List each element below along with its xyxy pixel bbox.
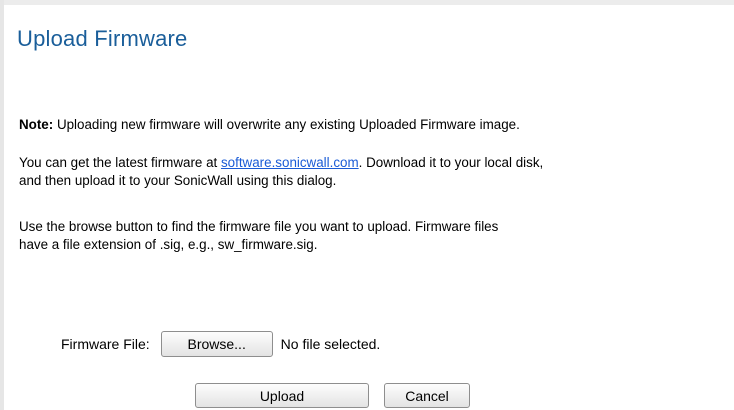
- upload-button[interactable]: Upload: [195, 383, 369, 408]
- latest-firmware-line-2: and then upload it to your SonicWall usi…: [19, 173, 337, 188]
- latest-firmware-line-1: You can get the latest firmware at softw…: [19, 154, 543, 172]
- firmware-file-row: Firmware File: Browse... No file selecte…: [61, 331, 380, 357]
- browse-help-line-1: Use the browse button to find the firmwa…: [19, 219, 499, 234]
- note-label: Note:: [19, 117, 54, 132]
- file-selection-status: No file selected.: [280, 336, 381, 352]
- latest-firmware-paragraph: You can get the latest firmware at softw…: [19, 154, 543, 190]
- browse-help-line-2: have a file extension of .sig, e.g., sw_…: [19, 237, 318, 252]
- latest-firmware-suffix: . Download it to your local disk,: [358, 155, 544, 170]
- window-left-border: [0, 0, 4, 410]
- dialog-title: Upload Firmware: [17, 26, 188, 51]
- cancel-button[interactable]: Cancel: [384, 383, 470, 408]
- browse-button[interactable]: Browse...: [160, 331, 273, 357]
- note-text: Uploading new firmware will overwrite an…: [53, 117, 520, 132]
- latest-firmware-prefix: You can get the latest firmware at: [19, 155, 221, 170]
- browse-help-paragraph: Use the browse button to find the firmwa…: [19, 218, 498, 254]
- window-top-border: [0, 0, 734, 5]
- note-paragraph: Note: Uploading new firmware will overwr…: [19, 116, 520, 134]
- sonicwall-software-link[interactable]: software.sonicwall.com: [221, 155, 359, 170]
- firmware-file-label: Firmware File:: [61, 336, 150, 352]
